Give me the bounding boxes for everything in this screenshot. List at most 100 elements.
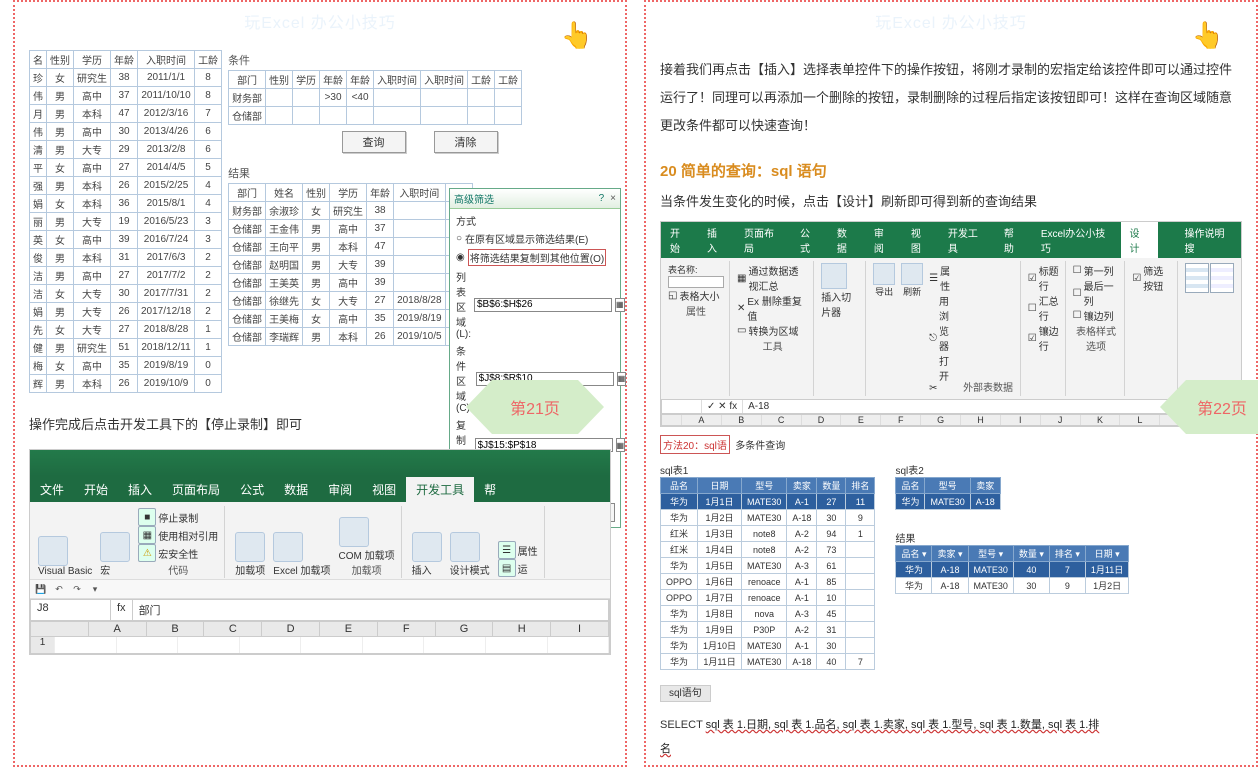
- relative-ref-button[interactable]: 使用相对引用: [158, 528, 218, 543]
- summarize-pivot-button[interactable]: ▦ 通过数据透视汇总: [737, 263, 808, 293]
- column-header[interactable]: B: [147, 622, 205, 636]
- ribbon-tab[interactable]: 页面布局: [735, 222, 791, 258]
- redo-icon[interactable]: ↷: [70, 582, 84, 596]
- ribbon-tab[interactable]: 视图: [902, 222, 939, 258]
- total-row-check[interactable]: ☐ 汇总行: [1028, 293, 1060, 323]
- ribbon-tab[interactable]: 开始: [661, 222, 698, 258]
- column-header[interactable]: F: [378, 622, 436, 636]
- row-number[interactable]: 1: [31, 637, 55, 653]
- opt-copy-to[interactable]: 将筛选结果复制到其他位置(O): [468, 249, 606, 266]
- insert-slicer-button[interactable]: 插入切片器: [821, 289, 860, 319]
- column-header[interactable]: G: [921, 415, 961, 425]
- ribbon-tab[interactable]: 插入: [118, 477, 162, 502]
- run-dialog-icon[interactable]: ▤: [498, 559, 516, 577]
- visual-basic-icon[interactable]: [38, 536, 68, 566]
- column-header[interactable]: C: [204, 622, 262, 636]
- close-icon[interactable]: ×: [610, 193, 616, 204]
- insert-control-icon[interactable]: [412, 532, 442, 562]
- ribbon-tab[interactable]: 开发工具: [406, 477, 474, 502]
- column-header[interactable]: D: [262, 622, 320, 636]
- save-icon[interactable]: 💾: [34, 582, 48, 596]
- opt-filter-inplace[interactable]: 在原有区域显示筛选结果(E): [465, 231, 588, 246]
- ribbon-tab[interactable]: 插入: [698, 222, 735, 258]
- name-box[interactable]: J8: [31, 600, 111, 620]
- column-header[interactable]: A: [682, 415, 722, 425]
- query-button[interactable]: 查询: [342, 131, 406, 153]
- column-header[interactable]: [31, 622, 89, 636]
- header-row-check[interactable]: ☑ 标题行: [1028, 263, 1060, 293]
- ribbon-tab[interactable]: Excel办公小技巧: [1032, 222, 1121, 258]
- column-header[interactable]: L: [1120, 415, 1160, 425]
- convert-range-button[interactable]: ▭ 转换为区域: [737, 323, 808, 338]
- design-mode-button[interactable]: 设计模式: [450, 562, 490, 577]
- visual-basic-button[interactable]: Visual Basic: [38, 566, 92, 577]
- first-col-check[interactable]: ☐ 第一列: [1073, 263, 1120, 278]
- ribbon-tab[interactable]: 公式: [230, 477, 274, 502]
- column-header[interactable]: H: [493, 622, 551, 636]
- range-picker-icon[interactable]: ▦: [615, 298, 625, 312]
- banded-cols-check[interactable]: ☐ 镶边列: [1073, 308, 1120, 323]
- name-box[interactable]: [662, 400, 702, 413]
- table-props-button[interactable]: ☰ 属性: [929, 263, 955, 293]
- ribbon-tab[interactable]: 开发工具: [939, 222, 995, 258]
- design-mode-icon[interactable]: [450, 532, 480, 562]
- addins-button[interactable]: 加载项: [235, 562, 265, 577]
- column-header[interactable]: E: [320, 622, 378, 636]
- formula-input[interactable]: 部门: [133, 600, 609, 620]
- stop-record-button[interactable]: 停止录制: [158, 510, 198, 525]
- column-header[interactable]: H: [961, 415, 1001, 425]
- column-header[interactable]: E: [841, 415, 881, 425]
- radio-icon[interactable]: ◉: [456, 252, 465, 263]
- fx-icon[interactable]: fx: [111, 600, 133, 620]
- ribbon-tab[interactable]: 开始: [74, 477, 118, 502]
- ribbon-tab[interactable]: [1158, 222, 1176, 258]
- last-col-check[interactable]: ☐ 最后一列: [1073, 278, 1120, 308]
- ribbon-tab[interactable]: 审阅: [318, 477, 362, 502]
- table-styles-gallery[interactable]: [1185, 263, 1234, 293]
- fx-icon[interactable]: ✓ ✕ fx: [702, 400, 743, 413]
- table-name-input[interactable]: [668, 276, 724, 288]
- column-header[interactable]: F: [881, 415, 921, 425]
- ribbon-tab[interactable]: 数据: [828, 222, 865, 258]
- relative-ref-icon[interactable]: ▦: [138, 526, 156, 544]
- undo-icon[interactable]: ↶: [52, 582, 66, 596]
- ribbon-tab[interactable]: 审阅: [865, 222, 902, 258]
- ribbon-tab[interactable]: 视图: [362, 477, 406, 502]
- macro-security-button[interactable]: 宏安全性: [158, 546, 198, 561]
- sql-statement-button[interactable]: sql语句: [660, 685, 711, 702]
- excel-addins-button[interactable]: Excel 加载项: [273, 562, 330, 577]
- macro-icon[interactable]: [100, 532, 130, 562]
- qat-dropdown-icon[interactable]: ▾: [88, 582, 102, 596]
- banded-rows-check[interactable]: ☑ 镶边行: [1028, 323, 1060, 353]
- refresh-icon[interactable]: [901, 263, 923, 285]
- excel-addins-icon[interactable]: [273, 532, 303, 562]
- ribbon-tab[interactable]: 公式: [791, 222, 828, 258]
- ribbon-tab[interactable]: 数据: [274, 477, 318, 502]
- column-header[interactable]: A: [89, 622, 147, 636]
- filter-btn-check[interactable]: ☑ 筛选按钮: [1132, 263, 1172, 293]
- slicer-icon[interactable]: [821, 263, 847, 289]
- open-browser-button[interactable]: ⎋ 用浏览器打开: [929, 293, 955, 383]
- column-header[interactable]: I: [1001, 415, 1041, 425]
- export-icon[interactable]: [873, 263, 895, 285]
- column-header[interactable]: I: [551, 622, 609, 636]
- radio-icon[interactable]: ○: [456, 233, 462, 244]
- column-header[interactable]: C: [762, 415, 802, 425]
- ribbon-tab[interactable]: 操作说明搜: [1176, 222, 1241, 258]
- clear-button[interactable]: 清除: [434, 131, 498, 153]
- column-header[interactable]: G: [436, 622, 494, 636]
- ribbon-tab[interactable]: 帮助: [995, 222, 1032, 258]
- ribbon-tab[interactable]: 页面布局: [162, 477, 230, 502]
- stop-record-icon[interactable]: ■: [138, 508, 156, 526]
- column-header[interactable]: K: [1081, 415, 1121, 425]
- properties-icon[interactable]: ☰: [498, 541, 516, 559]
- help-icon[interactable]: ?: [599, 193, 605, 204]
- range-input[interactable]: [474, 298, 612, 312]
- com-addins-icon[interactable]: [339, 517, 369, 547]
- unlink-button[interactable]: ✂: [929, 383, 955, 394]
- ribbon-tab[interactable]: 文件: [30, 477, 74, 502]
- properties-button[interactable]: 属性: [518, 543, 538, 558]
- ribbon-tab[interactable]: 设计: [1121, 222, 1158, 258]
- remove-dup-button[interactable]: ✕ Ex 删除重复值: [737, 293, 808, 323]
- macro-button[interactable]: 宏: [100, 562, 130, 577]
